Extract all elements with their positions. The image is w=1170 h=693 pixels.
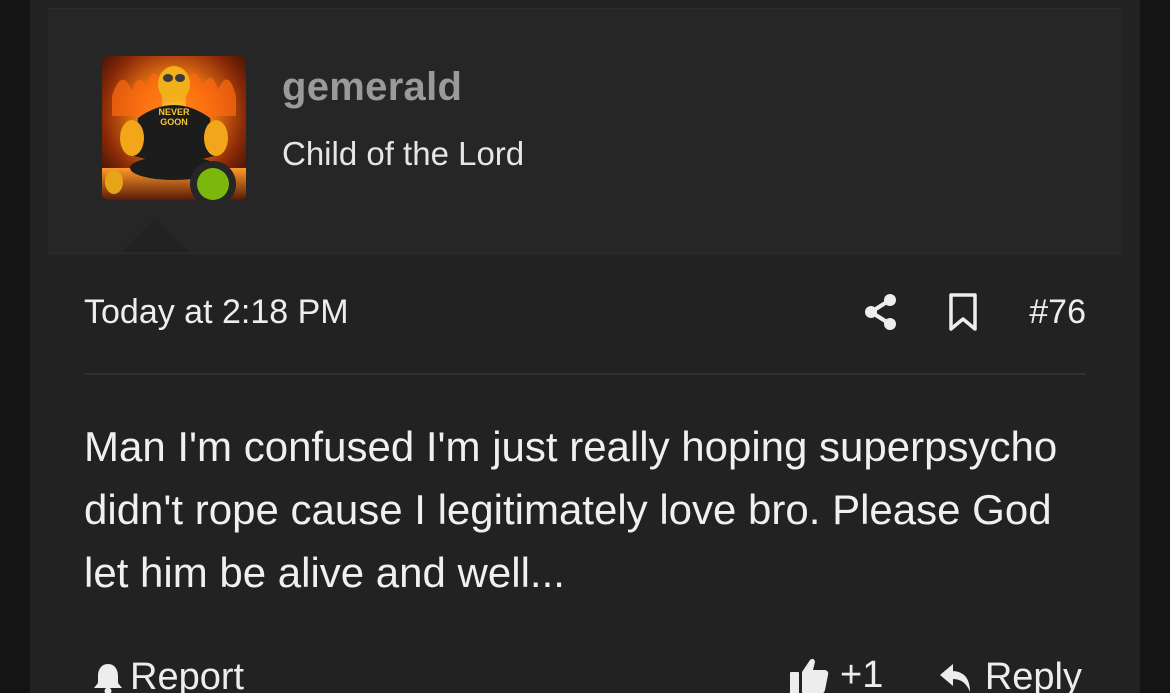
reply-arrow-icon xyxy=(939,663,970,692)
bell-icon xyxy=(94,663,122,693)
report-button[interactable]: Report xyxy=(92,656,244,693)
post-author-block: NEVER GOON gemerald Child of the Lord xyxy=(48,8,1122,254)
post-actions: Report +1 Reply xyxy=(84,648,1086,693)
page: NEVER GOON gemerald Child of the Lord To… xyxy=(0,0,1170,693)
forum-post: NEVER GOON gemerald Child of the Lord To… xyxy=(30,0,1140,693)
svg-text:NEVER: NEVER xyxy=(158,107,190,117)
meta-divider xyxy=(84,373,1086,375)
post-number-link[interactable]: #76 xyxy=(1029,293,1086,332)
like-button[interactable]: +1 xyxy=(788,654,883,693)
reply-label: Reply xyxy=(984,656,1082,693)
post-timestamp-link[interactable]: Today at 2:18 PM xyxy=(84,293,349,332)
report-label: Report xyxy=(130,656,245,693)
thumbs-up-icon xyxy=(790,658,829,693)
online-status-indicator xyxy=(190,161,236,207)
share-icon[interactable] xyxy=(863,292,899,332)
bookmark-icon[interactable] xyxy=(946,292,980,332)
user-title: Child of the Lord xyxy=(282,135,525,172)
author-pointer-arrow xyxy=(121,218,189,252)
post-message: Man I'm confused I'm just really hoping … xyxy=(84,423,1058,596)
like-count: +1 xyxy=(840,654,884,693)
reply-button[interactable]: Reply xyxy=(937,656,1082,693)
svg-text:GOON: GOON xyxy=(160,117,188,127)
username-link[interactable]: gemerald xyxy=(282,65,462,110)
post-meta: Today at 2:18 PM #76 xyxy=(84,290,1086,336)
